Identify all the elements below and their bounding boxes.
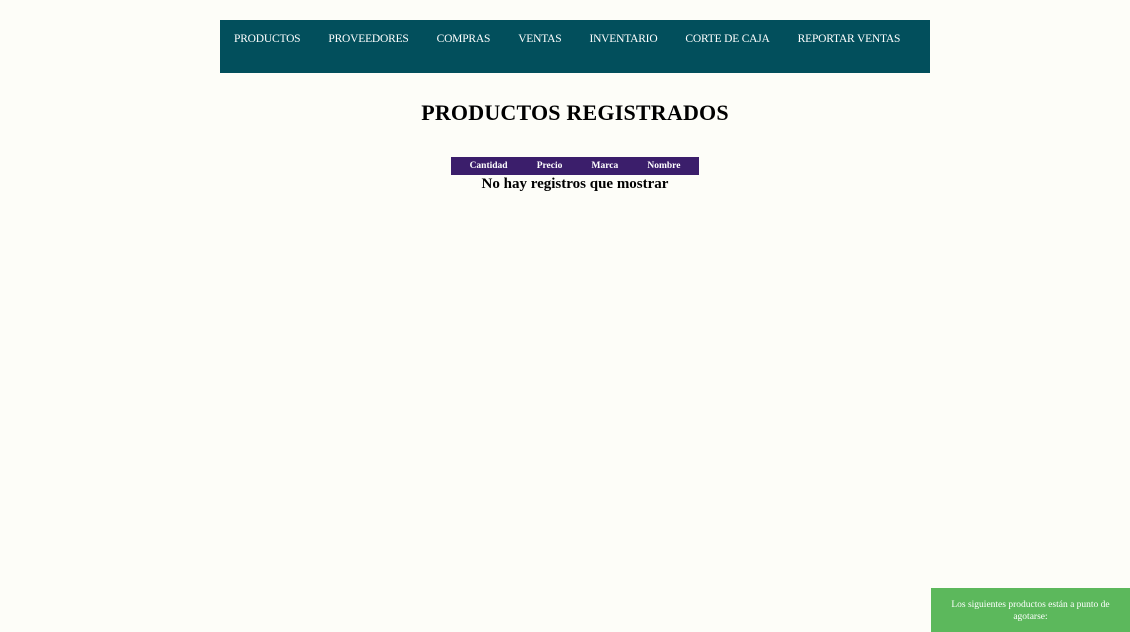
- low-stock-notification[interactable]: Los siguientes productos están a punto d…: [931, 588, 1130, 632]
- main-navbar: PRODUCTOS PROVEEDORES COMPRAS VENTAS INV…: [220, 20, 930, 73]
- column-header-nombre: Nombre: [647, 161, 681, 171]
- nav-item-productos[interactable]: PRODUCTOS: [234, 33, 301, 45]
- nav-item-corte-de-caja[interactable]: CORTE DE CAJA: [685, 33, 769, 45]
- products-table-header: Cantidad Precio Marca Nombre: [451, 157, 699, 175]
- page: PRODUCTOS PROVEEDORES COMPRAS VENTAS INV…: [0, 0, 1130, 632]
- page-title: PRODUCTOS REGISTRADOS: [421, 100, 729, 125]
- empty-table-message: No hay registros que mostrar: [481, 176, 669, 192]
- column-header-marca: Marca: [591, 161, 619, 171]
- nav-item-proveedores[interactable]: PROVEEDORES: [328, 33, 408, 45]
- nav-item-compras[interactable]: COMPRAS: [437, 33, 491, 45]
- column-header-precio: Precio: [536, 161, 563, 171]
- nav-item-reportar-ventas[interactable]: REPORTAR VENTAS: [798, 33, 901, 45]
- low-stock-notification-text: Los siguientes productos están a punto d…: [951, 600, 1110, 622]
- nav-item-inventario[interactable]: INVENTARIO: [589, 33, 657, 45]
- column-header-cantidad: Cantidad: [469, 161, 508, 171]
- nav-item-ventas[interactable]: VENTAS: [518, 33, 561, 45]
